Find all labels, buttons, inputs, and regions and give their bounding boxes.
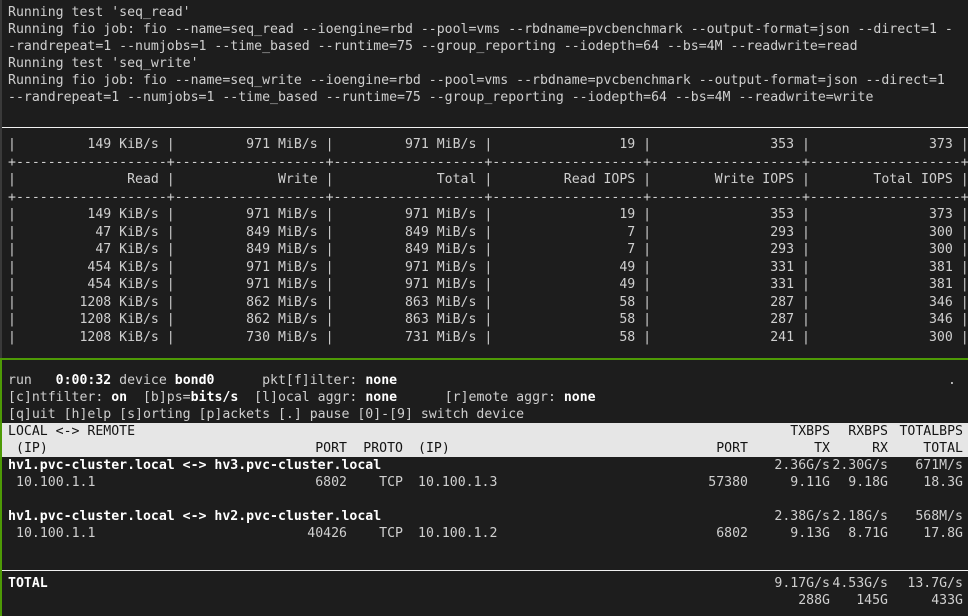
keybinds-text: [q]uit [h]elp [s]orting [p]ackets [.] pa…	[8, 406, 524, 423]
fio-benchmark-pane: Running test 'seq_read'Running fio job: …	[0, 0, 968, 358]
conn-total: 18.3G	[2, 474, 963, 491]
totals-divider-rule	[2, 570, 968, 571]
netmon-keybinds-line: [q]uit [h]elp [s]orting [p]ackets [.] pa…	[2, 406, 968, 423]
netmon-status-line-filters: [c]ntfilter: on [b]ps=bits/s [l]ocal agg…	[2, 389, 968, 406]
connection-hosts-row[interactable]: hv1.pvc-cluster.local <-> hv3.pvc-cluste…	[2, 457, 968, 474]
section-divider-rule	[2, 127, 968, 128]
filter-aggr-text: [c]ntfilter: on [b]ps=bits/s [l]ocal agg…	[8, 389, 596, 406]
totals-volume-row: 288G 145G 433G	[2, 592, 968, 609]
total-totalbps: 13.7G/s	[2, 575, 963, 592]
conn-totalbps: 568M/s	[2, 508, 963, 525]
terminal-screen[interactable]: Running test 'seq_read'Running fio job: …	[0, 0, 968, 616]
run-timer-device-text: run 0:00:32 device bond0 pkt[f]ilter: no…	[8, 372, 397, 389]
header-row-1: LOCAL <-> REMOTE TXBPS RXBPS TOTALBPS	[2, 423, 968, 440]
connection-detail-row[interactable]: 10.100.1.1 40426 TCP 10.100.1.2 6802 9.1…	[2, 525, 968, 542]
cursor-dot: .	[948, 372, 956, 389]
netmon-header-bar: LOCAL <-> REMOTE TXBPS RXBPS TOTALBPS (I…	[2, 423, 968, 457]
connection-hosts-row[interactable]: hv1.pvc-cluster.local <-> hv2.pvc-cluste…	[2, 508, 968, 525]
header-row-2: (IP) PORT PROTO (IP) PORT TX RX TOTAL	[2, 440, 968, 457]
fio-output: Running test 'seq_read'Running fio job: …	[2, 4, 968, 106]
netmon-pane: run 0:00:32 device bond0 pkt[f]ilter: no…	[0, 360, 968, 616]
benchmark-table: | 149 KiB/s | 971 MiB/s | 971 MiB/s | 19…	[2, 136, 968, 346]
header-total: TOTAL	[2, 440, 963, 457]
connection-detail-row[interactable]: 10.100.1.1 6802 TCP 10.100.1.3 57380 9.1…	[2, 474, 968, 491]
conn-total: 17.8G	[2, 525, 963, 542]
total-volume: 433G	[2, 592, 963, 609]
header-totalbps: TOTALBPS	[2, 423, 963, 440]
conn-totalbps: 671M/s	[2, 457, 963, 474]
netmon-status-line-run: run 0:00:32 device bond0 pkt[f]ilter: no…	[2, 372, 968, 389]
totals-rate-row: TOTAL 9.17G/s 4.53G/s 13.7G/s	[2, 575, 968, 592]
